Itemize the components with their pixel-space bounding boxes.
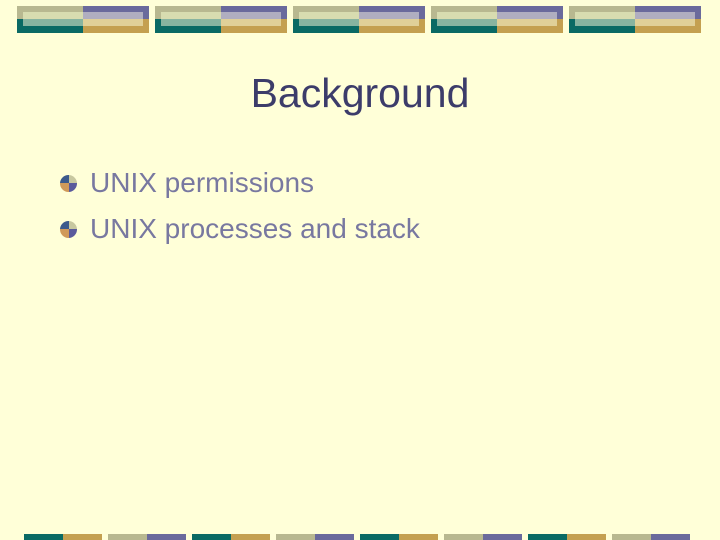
footer-deco-segment — [483, 534, 522, 540]
footer-deco-segment — [528, 534, 567, 540]
header-deco-block — [293, 6, 425, 33]
footer-deco-segment — [63, 534, 102, 540]
header-deco-block — [155, 6, 287, 33]
bullet-text: UNIX processes and stack — [90, 213, 420, 244]
footer-deco-segment — [108, 534, 147, 540]
footer-deco-segment — [612, 534, 651, 540]
footer-deco-segment — [192, 534, 231, 540]
footer-deco-segment — [231, 534, 270, 540]
footer-deco-segment — [276, 534, 315, 540]
footer-deco-segment — [360, 534, 399, 540]
quartered-circle-bullet-icon — [60, 174, 77, 192]
slide-title: Background — [0, 70, 720, 117]
footer-deco-segment — [651, 534, 690, 540]
footer-deco-segment — [567, 534, 606, 540]
footer-decoration — [0, 534, 720, 540]
footer-deco-segment — [24, 534, 63, 540]
bullet-list: UNIX permissions UNIX processes and stac… — [60, 160, 420, 252]
header-deco-block — [17, 6, 149, 33]
header-deco-block — [569, 6, 701, 33]
quartered-circle-bullet-icon — [60, 220, 77, 238]
footer-deco-segment — [444, 534, 483, 540]
footer-deco-segment — [147, 534, 186, 540]
header-decoration — [0, 0, 720, 40]
bullet-text: UNIX permissions — [90, 167, 315, 198]
bullet-item: UNIX permissions — [60, 160, 420, 206]
slide-title-text: Background — [250, 70, 470, 116]
bullet-item: UNIX processes and stack — [60, 206, 420, 252]
footer-deco-segment — [399, 534, 438, 540]
header-deco-block — [431, 6, 563, 33]
footer-deco-segment — [315, 534, 354, 540]
